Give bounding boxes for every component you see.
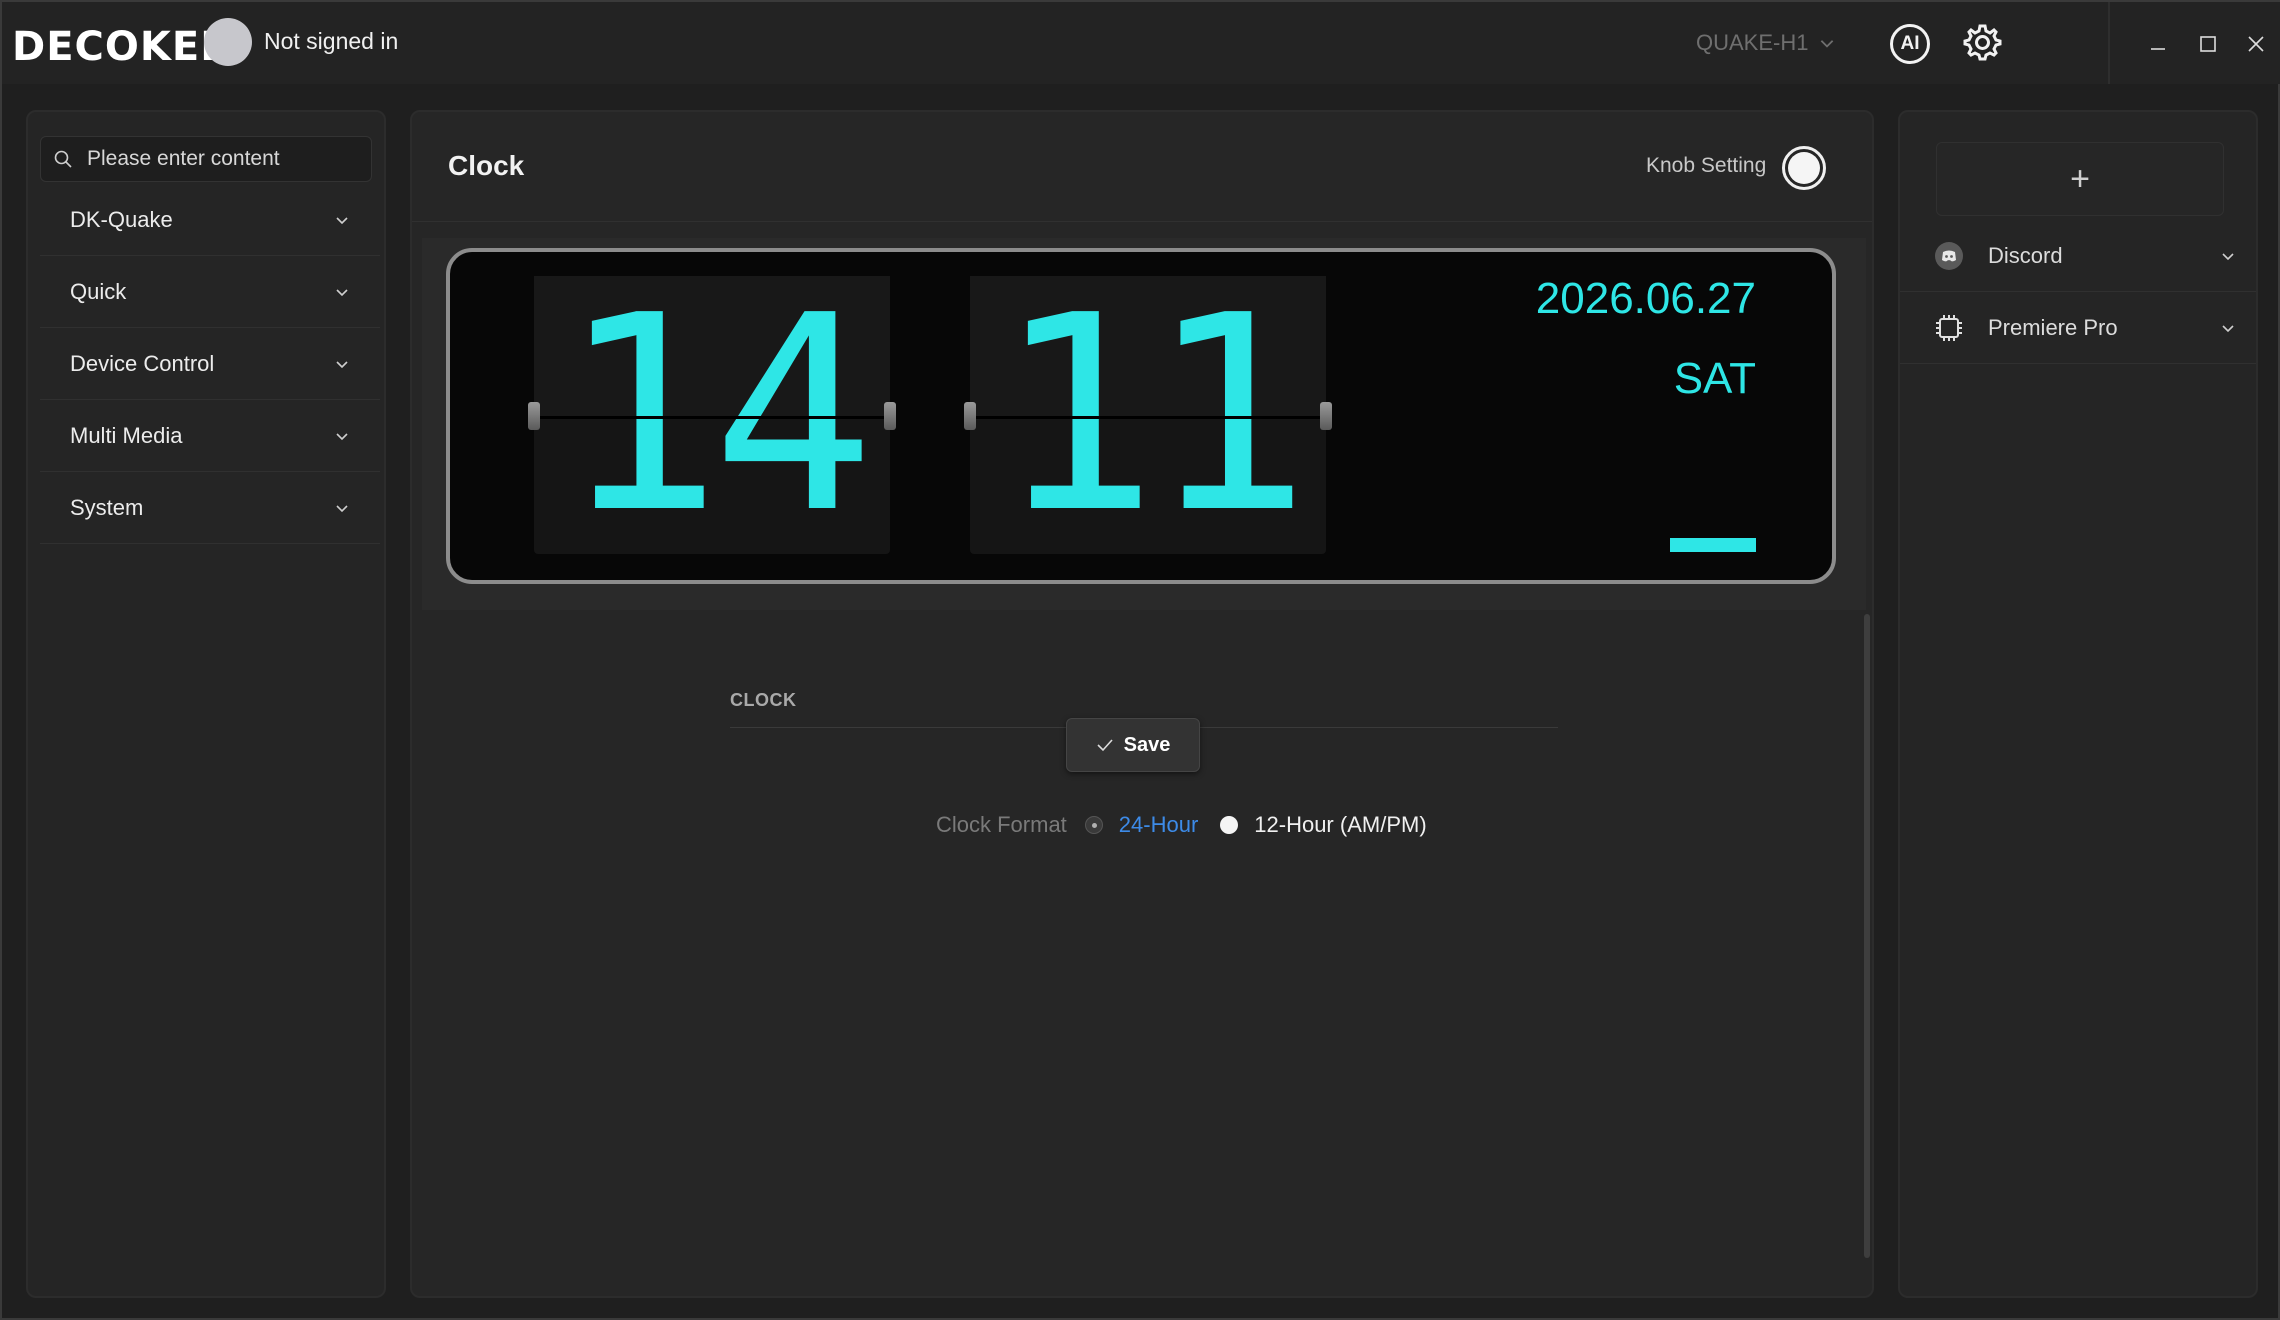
app-list: Discord Premiere Pro [1900, 220, 2256, 364]
avatar[interactable] [204, 18, 252, 66]
app-window: DECOKEE Not signed in QUAKE-H1 AI Please… [0, 0, 2280, 1320]
clock-day: SAT [1673, 354, 1756, 403]
save-button[interactable]: Save [1066, 718, 1200, 772]
chevron-down-icon [336, 360, 348, 368]
search-icon [54, 150, 72, 168]
maximize-icon [2200, 36, 2216, 52]
knob-setting-label: Knob Setting [1646, 154, 1767, 177]
maximize-button[interactable] [2188, 24, 2228, 64]
flip-clip [964, 402, 976, 430]
sidebar-item-label: Quick [70, 278, 127, 304]
gear-icon[interactable] [1962, 22, 2002, 62]
main-header: Clock Knob Setting [412, 112, 1872, 222]
close-icon [2248, 36, 2264, 52]
option-12-hour-label[interactable]: 12-Hour (AM/PM) [1254, 812, 1426, 838]
chevron-down-icon [336, 216, 348, 224]
chip-icon [1934, 313, 1964, 343]
chevron-down-icon [336, 432, 348, 440]
chevron-down-icon [1821, 40, 1834, 48]
chevron-down-icon [2222, 252, 2234, 260]
plus-icon: + [2070, 159, 2090, 198]
discord-icon [1934, 241, 1964, 271]
app-item-label: Discord [1988, 242, 2063, 268]
signin-status[interactable]: Not signed in [264, 28, 398, 55]
chevron-down-icon [2222, 324, 2234, 332]
minutes-flip-card: 11 [970, 276, 1326, 554]
page-title: Clock [448, 150, 525, 181]
minutes-digits: 11 [995, 257, 1310, 572]
sidebar-item-label: Device Control [70, 350, 215, 376]
sidebar-item-label: Multi Media [70, 422, 183, 448]
hours-digits: 14 [559, 257, 874, 572]
flip-clip [1320, 402, 1332, 430]
app-item-label: Premiere Pro [1988, 314, 2118, 340]
minimize-icon [2151, 48, 2165, 50]
sidebar-nav: DK-Quake Quick Device Control Multi Medi… [40, 184, 380, 544]
knob-setting-toggle[interactable] [1782, 146, 1826, 190]
device-select[interactable]: QUAKE-H1 [1696, 30, 1836, 56]
sidebar-item-quick[interactable]: Quick [40, 256, 380, 328]
sidebar-item-label: DK-Quake [70, 206, 173, 232]
check-icon [1097, 739, 1113, 752]
sidebar-item-multi-media[interactable]: Multi Media [40, 400, 380, 472]
main-panel: Clock Knob Setting 14 11 2026.06.27 SAT [410, 110, 1874, 1298]
app-item-premiere-pro[interactable]: Premiere Pro [1900, 292, 2256, 364]
search-input[interactable] [87, 147, 357, 171]
clock-format-row: Clock Format 24-Hour 12-Hour (AM/PM) [936, 812, 1427, 838]
clock-date: 2026.06.27 [1535, 274, 1756, 323]
save-button-label: Save [1123, 733, 1171, 756]
sidebar-item-system[interactable]: System [40, 472, 380, 544]
device-select-value: QUAKE-H1 [1696, 30, 1809, 55]
sidebar-item-label: System [70, 494, 144, 520]
title-bar: DECOKEE Not signed in QUAKE-H1 AI [2, 2, 2280, 84]
minimize-button[interactable] [2138, 24, 2178, 64]
add-app-button[interactable]: + [1936, 142, 2224, 216]
chevron-down-icon [336, 504, 348, 512]
left-sidebar: DK-Quake Quick Device Control Multi Medi… [26, 110, 386, 1298]
sidebar-item-device-control[interactable]: Device Control [40, 328, 380, 400]
search-box[interactable] [40, 136, 372, 182]
window-controls-divider [2108, 2, 2110, 84]
radio-24-hour[interactable] [1084, 816, 1103, 834]
sidebar-item-dk-quake[interactable]: DK-Quake [40, 184, 380, 256]
chevron-down-icon [336, 288, 348, 296]
app-logo: DECOKEE [12, 24, 229, 70]
clock-indicator-bar [1670, 538, 1756, 552]
flip-clip [884, 402, 896, 430]
option-24-hour-label[interactable]: 24-Hour [1119, 812, 1198, 838]
scrollbar[interactable] [1864, 614, 1870, 1258]
hours-flip-card: 14 [534, 276, 890, 554]
section-label: CLOCK [730, 690, 797, 710]
clock-display: 14 11 2026.06.27 SAT [446, 248, 1836, 584]
close-button[interactable] [2236, 24, 2276, 64]
ai-icon[interactable]: AI [1890, 24, 1930, 64]
flip-clip [528, 402, 540, 430]
radio-12-hour[interactable] [1220, 816, 1239, 834]
app-item-discord[interactable]: Discord [1900, 220, 2256, 292]
right-panel: + Discord Premiere Pro [1898, 110, 2258, 1298]
clock-format-label: Clock Format [936, 812, 1067, 837]
